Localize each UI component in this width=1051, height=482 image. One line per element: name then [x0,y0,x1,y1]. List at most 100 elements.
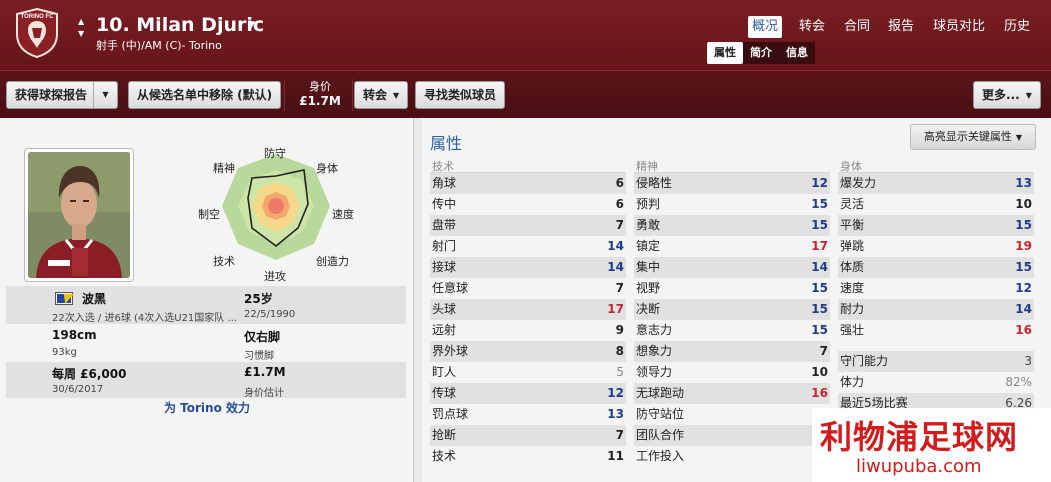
attribute-row[interactable]: 平衡 15 [838,215,1034,236]
attribute-row[interactable]: 盘带 7 [430,215,626,236]
attribute-row[interactable]: 接球 14 [430,257,626,278]
subtab-attributes[interactable]: 属性 [707,42,743,64]
attribute-name: 无球跑动 [636,386,685,400]
attribute-row[interactable]: 弹跳 19 [838,236,1034,257]
attribute-value: 7 [819,344,828,358]
estimated-value-label: 身价估计 [244,388,284,399]
more-button[interactable]: 更多... ▼ [973,81,1041,109]
attribute-row[interactable]: 体力 82% [838,372,1034,393]
nation-name[interactable]: 波黑 [82,290,106,307]
attribute-value: 12 [607,386,624,400]
attribute-row[interactable]: 意志力 15 [634,320,830,341]
transfer-button[interactable]: 转会 ▼ [354,81,409,109]
site-watermark: 利物浦足球网 liwupuba.com [812,408,1051,482]
tab-overview[interactable]: 概况 [748,16,783,38]
attribute-value: 15 [811,281,828,295]
attribute-row[interactable]: 防守站位 [634,404,830,425]
subtab-info[interactable]: 信息 [779,42,815,64]
value-amount: £1.7M [299,94,341,108]
attribute-row[interactable]: 预判 15 [634,194,830,215]
attribute-row[interactable]: 盯人 5 [430,362,626,383]
attribute-name: 弹跳 [840,239,865,253]
attribute-row[interactable]: 头球 17 [430,299,626,320]
preferred-foot-label: 习惯脚 [244,351,274,362]
attribute-row[interactable]: 守门能力 3 [838,351,1034,372]
attribute-name: 耐力 [840,302,865,316]
attribute-row[interactable]: 镇定 17 [634,236,830,257]
attribute-row[interactable]: 角球 6 [430,173,626,194]
attribute-row[interactable]: 抢断 7 [430,425,626,446]
attribute-name: 盯人 [432,365,457,379]
tab-contract[interactable]: 合同 [840,16,874,38]
transfer-label: 转会 [363,88,388,102]
attribute-row[interactable]: 技术 11 [430,446,626,467]
club-crest-icon: TORINO FC [16,8,58,58]
attribute-name: 勇敢 [636,218,661,232]
mental-attributes-column: 精神 侵略性 12 预判 15 勇敢 15 镇定 17 集中 14 视野 15 决断 15 意志力 15 想象力… [634,158,830,467]
attribute-row[interactable]: 强壮 16 [838,320,1034,341]
scout-report-button[interactable]: 获得球探报告 ▼ [6,81,118,109]
attribute-value: 3 [1024,354,1032,368]
attribute-row[interactable]: 侵略性 12 [634,173,830,194]
plays-for-link[interactable]: 为 Torino 效力 [0,399,414,416]
attribute-row[interactable]: 爆发力 13 [838,173,1034,194]
player-position: 射手 (中)/AM (C)- Torino [96,39,222,52]
tab-history[interactable]: 历史 [1000,16,1034,38]
tab-reports[interactable]: 报告 [884,16,918,38]
attribute-value: 12 [1015,281,1032,295]
attribute-row[interactable]: 无球跑动 16 [634,383,830,404]
tab-transfer[interactable]: 转会 [795,16,829,38]
subtab-profile[interactable]: 简介 [743,42,779,64]
attribute-name: 镇定 [636,239,661,253]
player-height: 198cm [52,328,97,342]
attribute-row[interactable]: 传球 12 [430,383,626,404]
attribute-row[interactable]: 视野 15 [634,278,830,299]
player-menu-chevron-icon[interactable]: ▼ [248,20,255,30]
chevron-down-icon: ▼ [393,90,400,100]
attribute-row[interactable]: 界外球 8 [430,341,626,362]
technical-heading: 技术 [430,158,626,173]
attribute-value: 7 [615,428,624,442]
weekly-wage: 每周 £6,000 [52,367,127,381]
attribute-row[interactable]: 团队合作 [634,425,830,446]
attribute-row[interactable]: 想象力 7 [634,341,830,362]
player-name: 10. Milan Djuric [96,14,265,36]
physical-attributes-column: 身体 爆发力 13 灵活 10 平衡 15 弹跳 19 体质 15 速度 12 耐力 14 强壮 16 守门能… [838,158,1034,414]
tab-compare[interactable]: 球员对比 [929,16,989,38]
physical-attribute-list: 爆发力 13 灵活 10 平衡 15 弹跳 19 体质 15 速度 12 耐力 14 强壮 16 [838,173,1034,341]
physical-heading: 身体 [838,158,1034,173]
attribute-value: 13 [607,407,624,421]
attribute-value: 9 [615,323,624,337]
player-portrait-image [28,152,130,278]
attribute-row[interactable]: 射门 14 [430,236,626,257]
watermark-url-text: liwupuba.com [856,456,982,477]
attribute-row[interactable]: 体质 15 [838,257,1034,278]
attribute-name: 接球 [432,260,457,274]
highlight-key-attributes-button[interactable]: 高亮显示关键属性 ▼ [910,124,1036,150]
prev-next-player-arrows[interactable]: ▲ ▼ [78,16,88,40]
find-similar-button[interactable]: 寻找类似球员 [415,81,506,109]
radar-label-aerial: 制空 [198,208,220,221]
attribute-row[interactable]: 耐力 14 [838,299,1034,320]
player-weight: 93kg [52,347,77,358]
attribute-value: 82% [1005,375,1032,389]
attribute-row[interactable]: 决断 15 [634,299,830,320]
attribute-row[interactable]: 工作投入 [634,446,830,467]
attribute-name: 爆发力 [840,176,877,190]
attribute-row[interactable]: 传中 6 [430,194,626,215]
attribute-value: 8 [615,344,624,358]
attribute-row[interactable]: 灵活 10 [838,194,1034,215]
attribute-row[interactable]: 领导力 10 [634,362,830,383]
attribute-value: 10 [1015,197,1032,211]
attribute-row[interactable]: 勇敢 15 [634,215,830,236]
technical-attribute-list: 角球 6 传中 6 盘带 7 射门 14 接球 14 任意球 7 头球 17 远射 9 界外球 8 盯人 5 传球 12 罚… [430,173,626,467]
attribute-row[interactable]: 速度 12 [838,278,1034,299]
attribute-row[interactable]: 罚点球 13 [430,404,626,425]
attribute-row[interactable]: 集中 14 [634,257,830,278]
remove-shortlist-button[interactable]: 从候选名单中移除 (默认) [128,81,282,109]
chevron-down-icon[interactable]: ▼ [93,82,117,108]
more-label: 更多... [982,88,1020,102]
attribute-name: 团队合作 [636,428,685,442]
attribute-row[interactable]: 任意球 7 [430,278,626,299]
attribute-row[interactable]: 远射 9 [430,320,626,341]
